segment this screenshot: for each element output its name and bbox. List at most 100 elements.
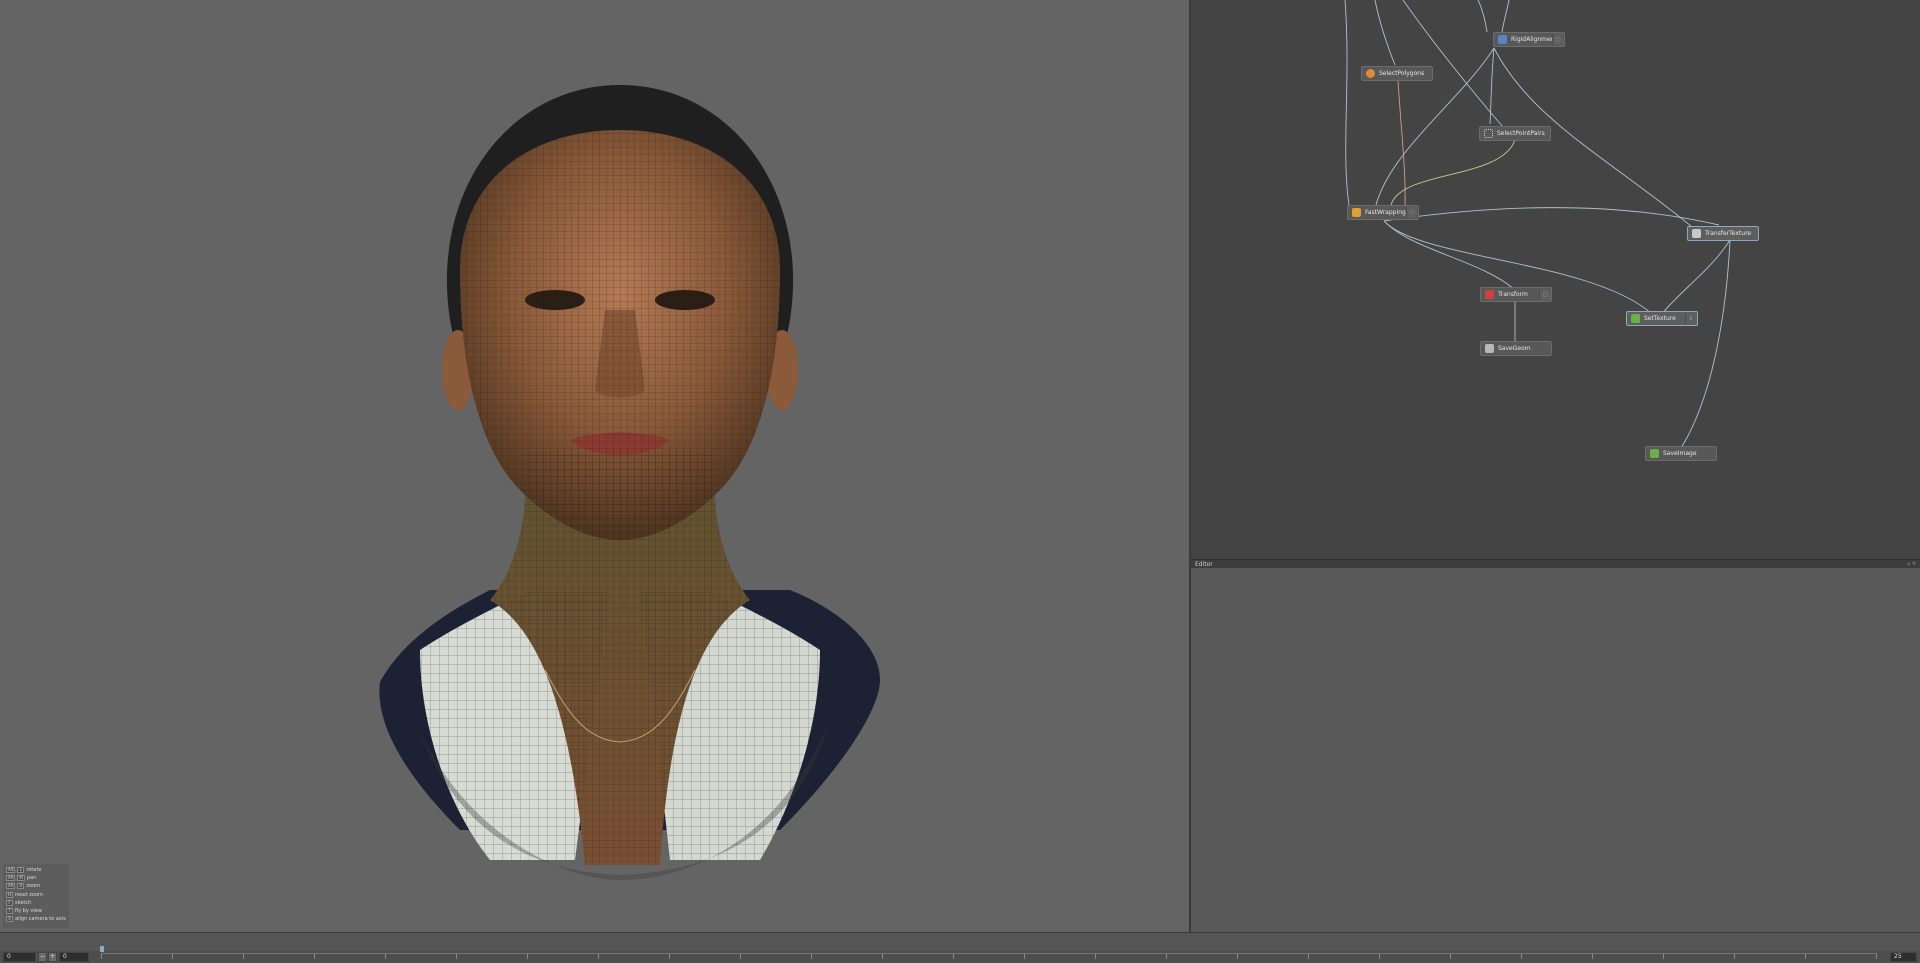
ruler-tick: [1166, 954, 1167, 959]
select-point-pairs-icon: [1484, 129, 1493, 138]
frame-ruler[interactable]: [101, 953, 1877, 962]
frame-increment-button[interactable]: +: [48, 952, 57, 962]
playhead-handle[interactable]: [100, 946, 104, 952]
wire-points: [1390, 139, 1516, 206]
help-key: X: [6, 916, 13, 923]
wire: [1383, 207, 1720, 226]
editor-window-controls[interactable]: ▫ ×: [1907, 561, 1916, 567]
ruler-tick: [882, 954, 883, 959]
editor-panel[interactable]: [1191, 568, 1920, 932]
help-label: rotate: [26, 867, 42, 874]
ruler-tick: [101, 954, 102, 959]
ruler-tick: [1379, 954, 1380, 959]
help-label: zoom: [26, 883, 41, 890]
current-frame-field[interactable]: 0: [59, 952, 89, 962]
ruler-tick: [527, 954, 528, 959]
node-set-texture[interactable]: SetTexture ℹ: [1626, 311, 1698, 326]
help-row-align-camera: X align camera to axis: [6, 915, 66, 923]
timeline: 0 − + 0 25: [0, 932, 1920, 963]
app-window: Alt L rotate Alt M pan Alt R zoom H rese…: [0, 0, 1920, 963]
ruler-tick: [811, 954, 812, 959]
ruler-tick: [1734, 954, 1735, 959]
node-fast-wrapping[interactable]: FastWrapping ○: [1347, 205, 1419, 220]
ruler-tick: [314, 954, 315, 959]
ruler-tick: [1521, 954, 1522, 959]
timeline-strip[interactable]: [0, 933, 1920, 951]
select-polygons-icon: [1366, 69, 1375, 78]
node-toggle-button[interactable]: ○: [1552, 34, 1563, 45]
help-label: reset zoom: [15, 891, 43, 898]
head-scan-model: [379, 85, 880, 880]
help-label: fly by view: [15, 908, 42, 915]
node-graph-panel[interactable]: RigidAlignment ○ SelectPolygons SelectPo…: [1191, 0, 1920, 559]
help-key: L: [17, 867, 25, 874]
node-transfer-texture[interactable]: TransferTexture: [1687, 226, 1759, 241]
editor-title: Editor: [1195, 560, 1213, 568]
help-key: F: [6, 899, 13, 906]
help-row-reset-zoom: H reset zoom: [6, 891, 66, 899]
ruler-tick: [456, 954, 457, 959]
help-key: Alt: [6, 883, 16, 890]
set-texture-icon: [1631, 314, 1640, 323]
node-label: SelectPointPairs: [1497, 130, 1545, 137]
ruler-tick: [1450, 954, 1451, 959]
help-label: sketch: [15, 899, 32, 906]
transfer-texture-icon: [1692, 229, 1701, 238]
node-rigid-alignment[interactable]: RigidAlignment ○: [1493, 32, 1565, 47]
help-row-fly-view: T fly by view: [6, 907, 66, 915]
wire: [1477, 0, 1488, 33]
wire: [1344, 0, 1350, 206]
node-info-button[interactable]: ℹ: [1685, 313, 1696, 324]
ruler-tick: [1805, 954, 1806, 959]
help-key: Alt: [6, 867, 16, 874]
save-image-icon: [1650, 449, 1659, 458]
node-select-polygons[interactable]: SelectPolygons: [1361, 66, 1433, 81]
node-save-geom[interactable]: SaveGeom: [1480, 341, 1552, 356]
wire: [1383, 220, 1516, 291]
node-label: SelectPolygons: [1379, 70, 1425, 77]
transform-icon: [1485, 290, 1494, 299]
ruler-tick: [953, 954, 954, 959]
wire-polygons: [1397, 79, 1406, 206]
node-label: TransferTexture: [1705, 230, 1752, 237]
timeline-controls: 0 − + 0 25: [0, 951, 1920, 963]
node-label: RigidAlignment: [1511, 36, 1552, 43]
frame-decrement-button[interactable]: −: [38, 952, 47, 962]
help-row-rotate: Alt L rotate: [6, 866, 66, 874]
node-toggle-button[interactable]: ○: [1406, 207, 1417, 218]
ruler-tick: [598, 954, 599, 959]
ruler-tick: [243, 954, 244, 959]
node-label: SaveImage: [1663, 450, 1697, 457]
rigid-alignment-icon: [1498, 35, 1507, 44]
wire: [1501, 0, 1510, 33]
wire: [1489, 47, 1495, 125]
ruler-tick: [1024, 954, 1025, 959]
fast-wrapping-icon: [1352, 208, 1361, 217]
node-label: Transform: [1498, 291, 1528, 298]
end-frame-field[interactable]: 25: [1890, 952, 1917, 962]
node-select-point-pairs[interactable]: SelectPointPairs: [1479, 126, 1551, 141]
ruler-tick: [1237, 954, 1238, 959]
node-label: FastWrapping: [1365, 209, 1406, 216]
node-label: SaveGeom: [1498, 345, 1531, 352]
node-connections: [1344, 0, 1731, 449]
help-key: T: [6, 908, 13, 915]
ruler-tick: [1095, 954, 1096, 959]
ruler-tick: [385, 954, 386, 959]
help-key: M: [17, 875, 25, 882]
help-row-sketch: F sketch: [6, 899, 66, 907]
wire: [1374, 0, 1396, 66]
node-toggle-button[interactable]: ○: [1539, 289, 1550, 300]
help-label: pan: [26, 875, 37, 882]
node-transform[interactable]: Transform ○: [1480, 287, 1552, 302]
help-row-pan: Alt M pan: [6, 874, 66, 882]
help-label: align camera to axis: [15, 916, 66, 923]
ruler-tick: [172, 954, 173, 959]
help-row-zoom: Alt R zoom: [6, 882, 66, 890]
viewport-3d[interactable]: Alt L rotate Alt M pan Alt R zoom H rese…: [0, 0, 1189, 932]
start-frame-field[interactable]: 0: [3, 952, 36, 962]
help-key: Alt: [6, 875, 16, 882]
wire: [1680, 239, 1731, 449]
ruler-tick: [740, 954, 741, 959]
node-save-image[interactable]: SaveImage: [1645, 446, 1717, 461]
